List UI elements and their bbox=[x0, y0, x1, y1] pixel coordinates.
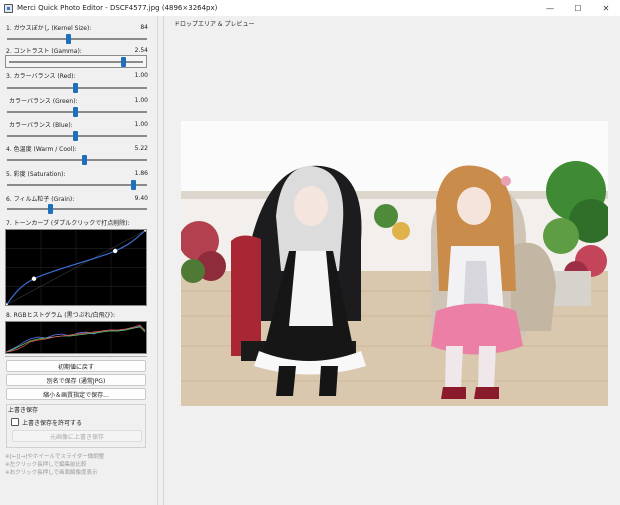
grain-row: 6. フィルム粒子 (Grain): 9.40 bbox=[6, 194, 148, 203]
allow-overwrite-checkbox[interactable] bbox=[11, 418, 19, 426]
blur-value: 84 bbox=[140, 24, 148, 31]
green-slider-thumb[interactable] bbox=[73, 107, 79, 117]
contrast-label: 2. コントラスト (Gamma): bbox=[6, 48, 82, 55]
save-resized-button[interactable]: 縮小＆画質指定で保存... bbox=[6, 388, 146, 400]
temperature-row: 4. 色温度 (Warm / Cool): 5.22 bbox=[6, 144, 148, 153]
grain-label: 6. フィルム粒子 (Grain): bbox=[6, 196, 75, 203]
tone-curve-grid bbox=[5, 229, 147, 306]
blue-value: 1.00 bbox=[134, 121, 148, 128]
saturation-row: 5. 彩度 (Saturation): 1.86 bbox=[6, 169, 148, 178]
blur-slider-thumb[interactable] bbox=[66, 34, 72, 44]
red-label: 3. カラーバランス (Red): bbox=[6, 73, 76, 80]
panel-divider[interactable] bbox=[163, 16, 164, 505]
tone-curve-label: 7. トーンカーブ (ダブルクリックで打点削除): bbox=[6, 220, 130, 227]
save-as-button[interactable]: 別名で保存 (通常JPG) bbox=[6, 374, 146, 386]
drop-area-label: ドロップエリア & プレビュー bbox=[174, 21, 255, 28]
contrast-row: 2. コントラスト (Gamma): 2.54 bbox=[6, 46, 148, 55]
saturation-label: 5. 彩度 (Saturation): bbox=[6, 171, 66, 178]
red-row: 3. カラーバランス (Red): 1.00 bbox=[6, 71, 148, 80]
tone-curve-row: 7. トーンカーブ (ダブルクリックで打点削除): bbox=[6, 218, 148, 227]
contrast-value: 2.54 bbox=[134, 47, 148, 54]
blur-row: 1. ガウスぼかし (Kernel Size): 84 bbox=[6, 23, 148, 32]
preview-photo bbox=[181, 121, 608, 406]
title-bar: Merci Quick Photo Editor - DSCF4577.jpg … bbox=[0, 0, 620, 16]
window-controls: — ☐ ✕ bbox=[536, 0, 620, 16]
saturation-value: 1.86 bbox=[134, 170, 148, 177]
help-note-slider: ※[←][→]やホイールでスライダー微調整 bbox=[5, 454, 105, 460]
grain-slider-thumb[interactable] bbox=[47, 204, 53, 214]
saturation-slider-track[interactable] bbox=[7, 184, 147, 186]
preview-image[interactable] bbox=[181, 121, 608, 406]
red-slider-thumb[interactable] bbox=[73, 83, 79, 93]
saturation-slider-thumb[interactable] bbox=[130, 180, 136, 190]
histogram-label: 8. RGBヒストグラム (黒つぶれ/白飛び): bbox=[6, 312, 116, 319]
window-title: Merci Quick Photo Editor - DSCF4577.jpg … bbox=[17, 4, 218, 12]
green-value: 1.00 bbox=[134, 97, 148, 104]
histogram-chart bbox=[5, 322, 146, 353]
overwrite-original-button[interactable]: 元画像に上書き保存 bbox=[12, 430, 142, 442]
tone-curve-editor[interactable] bbox=[4, 228, 148, 307]
temperature-label: 4. 色温度 (Warm / Cool): bbox=[6, 146, 77, 153]
rgb-histogram bbox=[5, 321, 147, 354]
green-label: カラーバランス (Green): bbox=[9, 98, 78, 105]
green-row: カラーバランス (Green): 1.00 bbox=[9, 96, 148, 105]
minimize-button[interactable]: — bbox=[536, 0, 564, 16]
close-button[interactable]: ✕ bbox=[592, 0, 620, 16]
red-value: 1.00 bbox=[134, 72, 148, 79]
tone-curve-point[interactable] bbox=[113, 248, 118, 254]
blue-row: カラーバランス (Blue): 1.00 bbox=[9, 120, 148, 129]
grain-value: 9.40 bbox=[134, 195, 148, 202]
histogram-green-line bbox=[5, 326, 146, 353]
reset-button[interactable]: 初期値に戻す bbox=[6, 360, 146, 372]
tone-curve-chart[interactable] bbox=[4, 228, 148, 307]
tone-curve-point[interactable] bbox=[31, 276, 37, 281]
blue-slider-thumb[interactable] bbox=[73, 131, 79, 141]
blur-label: 1. ガウスぼかし (Kernel Size): bbox=[6, 25, 92, 32]
overwrite-group-title: 上書き保存 bbox=[8, 407, 39, 414]
help-note-compare: ※左クリック長押しで編集前比較 bbox=[5, 462, 87, 468]
temperature-slider-thumb[interactable] bbox=[81, 155, 87, 165]
histogram-divider bbox=[5, 356, 147, 357]
histogram-red-line bbox=[5, 324, 146, 353]
maximize-button[interactable]: ☐ bbox=[564, 0, 592, 16]
app-icon bbox=[4, 3, 13, 13]
contrast-slider-thumb[interactable] bbox=[120, 57, 126, 67]
help-note-resolution: ※右クリック長押しで画面解像度表示 bbox=[5, 470, 98, 476]
temperature-value: 5.22 bbox=[134, 145, 148, 152]
allow-overwrite-label[interactable]: 上書き保存を許可する bbox=[22, 418, 82, 427]
grain-slider-track[interactable] bbox=[7, 208, 147, 210]
histogram-row: 8. RGBヒストグラム (黒つぶれ/白飛び): bbox=[6, 310, 148, 319]
blur-slider-track[interactable] bbox=[7, 38, 147, 40]
temperature-slider-track[interactable] bbox=[7, 159, 147, 161]
blue-label: カラーバランス (Blue): bbox=[9, 122, 73, 129]
